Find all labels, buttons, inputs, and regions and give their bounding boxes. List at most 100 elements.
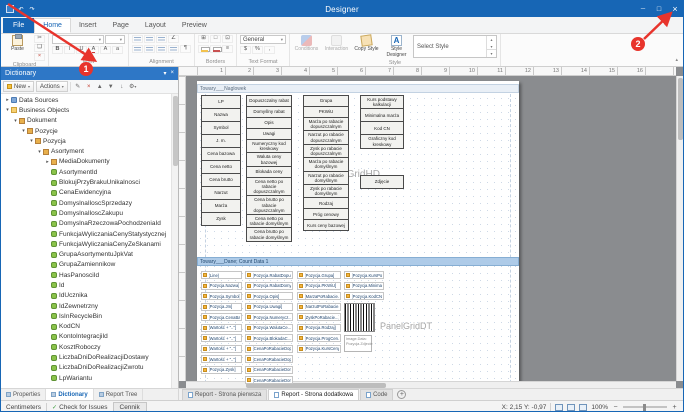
design-canvas[interactable]: 12345678910111213141516 Towary___Naglowe…	[179, 67, 683, 388]
align-center-icon[interactable]	[144, 45, 155, 53]
header-cell[interactable]: Narzut po rabacie dopuszczalnym	[303, 130, 349, 144]
page-view-icon[interactable]	[555, 404, 563, 411]
data-field[interactable]: [CenaPoRabacieDomy...]	[245, 376, 293, 384]
move-up-icon[interactable]: ▲	[95, 82, 105, 92]
image-component[interactable]: Image.Data: Pozycja.Zdjecie	[344, 335, 372, 352]
tree-item[interactable]: ▸ Data Sources	[1, 95, 170, 105]
data-field[interactable]: [Pozycja.Zysk]	[201, 366, 242, 374]
outside-borders-icon[interactable]: □	[210, 35, 221, 43]
data-field[interactable]: [Pozycja.Minimaln...]	[344, 282, 384, 290]
border-style-icon[interactable]: ≡	[222, 45, 233, 53]
general-format-combo[interactable]: General	[240, 35, 286, 44]
settings-icon[interactable]: ⚙	[128, 82, 138, 92]
data-field[interactable]: [Pozycja.KodCN]	[344, 292, 384, 300]
actions-button[interactable]: Actions	[36, 81, 68, 92]
comma-icon[interactable]: ,	[264, 46, 275, 54]
border-color-icon[interactable]	[210, 45, 221, 53]
italic-button[interactable]: I	[64, 46, 75, 54]
font-color-button[interactable]: A	[88, 46, 99, 54]
header-cell[interactable]: Marża	[201, 199, 241, 213]
header-cell[interactable]: Cena bazowa	[201, 147, 241, 161]
header-cell[interactable]: Cena brutto	[201, 173, 241, 187]
expand-icon[interactable]: ▾	[28, 138, 35, 144]
align-right-icon[interactable]	[156, 45, 167, 53]
sort-icon[interactable]: ↓	[117, 82, 127, 92]
expand-icon[interactable]: ▸	[44, 159, 51, 165]
header-cell[interactable]: Marża po rabacie dopuszczalnym	[303, 117, 349, 131]
tree-item[interactable]: DomyslnaRzeczowaPochodzeniaId	[1, 219, 170, 229]
add-page-button[interactable]	[397, 390, 406, 399]
expand-icon[interactable]: ▾	[20, 128, 27, 134]
copy-style-button[interactable]: Copy Style	[353, 35, 380, 59]
align-bottom-icon[interactable]	[156, 35, 167, 43]
minimize-button[interactable]	[635, 1, 651, 17]
data-field[interactable]: [Pozycja.Uwagi]	[245, 303, 293, 311]
copy-icon[interactable]: ❏	[34, 44, 45, 52]
move-down-icon[interactable]: ▼	[106, 82, 116, 92]
gallery-up-icon[interactable]	[487, 36, 496, 43]
delete-icon[interactable]: ×	[84, 82, 94, 92]
header-cell[interactable]: Zdjęcie	[360, 175, 404, 189]
font-size-combo[interactable]	[105, 35, 125, 44]
tree-item[interactable]: FunkcjaWyliczaniaCenyZeSkanami	[1, 239, 170, 249]
data-field[interactable]: [Pozycja.Nazwa]	[201, 282, 242, 290]
header-cell[interactable]: Cena brutto po rabacie domyślnym	[246, 227, 292, 241]
interaction-button[interactable]: Interaction	[323, 35, 350, 59]
data-field[interactable]: [Pozycja.KursPods...]	[344, 271, 384, 279]
word-wrap-icon[interactable]: ¶	[180, 45, 191, 53]
tree-item[interactable]: CenaEwidencyjna	[1, 188, 170, 198]
continuous-view-icon[interactable]	[567, 404, 575, 411]
tree-item[interactable]: ▾ Dokument	[1, 116, 170, 126]
data-field[interactable]: [Pozycja.Symbol]	[201, 292, 242, 300]
bold-button[interactable]: B	[52, 46, 63, 54]
tree-item[interactable]: ▸ MediaDokumenty	[1, 157, 170, 167]
ribbon-collapse-button[interactable]	[675, 57, 678, 63]
tree-item[interactable]: HasPanosciId	[1, 270, 170, 280]
tree-item[interactable]: LiczbaDniDoRealizacjiDostawy	[1, 352, 170, 362]
data-field[interactable]: [Wartość + ".."]	[201, 324, 242, 332]
report-page[interactable]: Towary___Naglowek LPNazwaSymbolJ. m.Cena…	[197, 81, 519, 388]
tree-item[interactable]: AsortymentId	[1, 167, 170, 177]
units-button[interactable]: Centimeters	[6, 404, 41, 411]
data-field[interactable]: (Line)	[201, 271, 242, 279]
zoom-in-button[interactable]	[671, 404, 678, 411]
header-cell[interactable]: J. m.	[201, 134, 241, 148]
dock-close-icon[interactable]	[170, 70, 174, 77]
header-cell[interactable]: Cena brutto po rabacie dopuszczalnym	[246, 195, 292, 215]
tree-item[interactable]: DomyslnaIloscSprzedazy	[1, 198, 170, 208]
file-tab[interactable]: File	[3, 18, 34, 33]
tree-item[interactable]: KosztRoboczy	[1, 342, 170, 352]
pin-icon[interactable]	[163, 70, 166, 77]
header-cell[interactable]: Narzut po rabacie domyślnym	[303, 171, 349, 185]
dock-tab[interactable]: Dictionary	[46, 389, 93, 400]
rotate-text-icon[interactable]: ∠	[168, 35, 179, 43]
align-justify-icon[interactable]	[168, 45, 179, 53]
data-field[interactable]: [Pozycja.PKWiU]	[297, 282, 341, 290]
tree-item[interactable]: GrupaAsortymentuJpkVat	[1, 249, 170, 259]
data-field[interactable]: [Pozycja.Numerycz...]	[245, 313, 293, 321]
barcode-component[interactable]	[344, 303, 375, 332]
data-field[interactable]: [CenaPoRabacieDopu...]	[245, 355, 293, 363]
ribbon-tab[interactable]: Layout	[137, 18, 174, 33]
dock-tab[interactable]: Properties	[1, 389, 46, 400]
shrink-font-button[interactable]: a	[112, 46, 123, 54]
page-tab[interactable]: Report - Strona dodatkowa	[268, 389, 359, 400]
conditions-button[interactable]: Conditions	[293, 35, 320, 59]
header-cell[interactable]: Minimalna marża	[360, 108, 404, 122]
style-designer-button[interactable]: Style Designer	[383, 35, 410, 59]
dock-tab[interactable]: Report Tree	[94, 389, 144, 400]
align-middle-icon[interactable]	[144, 35, 155, 43]
header-band-caption[interactable]: Towary___Naglowek	[197, 84, 519, 93]
tree-item[interactable]: FunkcjaWyliczaniaCenyStatystycznej	[1, 229, 170, 239]
header-cell[interactable]: Narzut	[201, 186, 241, 200]
header-cell[interactable]: Cena netto po rabacie dopuszczalnym	[246, 177, 292, 197]
tree-item[interactable]: DomyslnaIloscZakupu	[1, 208, 170, 218]
tree-item[interactable]: KontoIntegracjiId	[1, 332, 170, 342]
header-cell[interactable]: Cena netto po rabacie domyślnym	[246, 214, 292, 228]
fill-color-icon[interactable]	[198, 45, 209, 53]
header-cell[interactable]: LP	[201, 95, 241, 109]
vertical-scrollbar[interactable]	[676, 76, 683, 381]
data-field[interactable]: [Pozycja.KursCeny...]	[297, 345, 341, 353]
data-field[interactable]: [ZyskPoRabacie...]	[297, 313, 341, 321]
data-field[interactable]: [Wartość + ".."]	[201, 345, 242, 353]
